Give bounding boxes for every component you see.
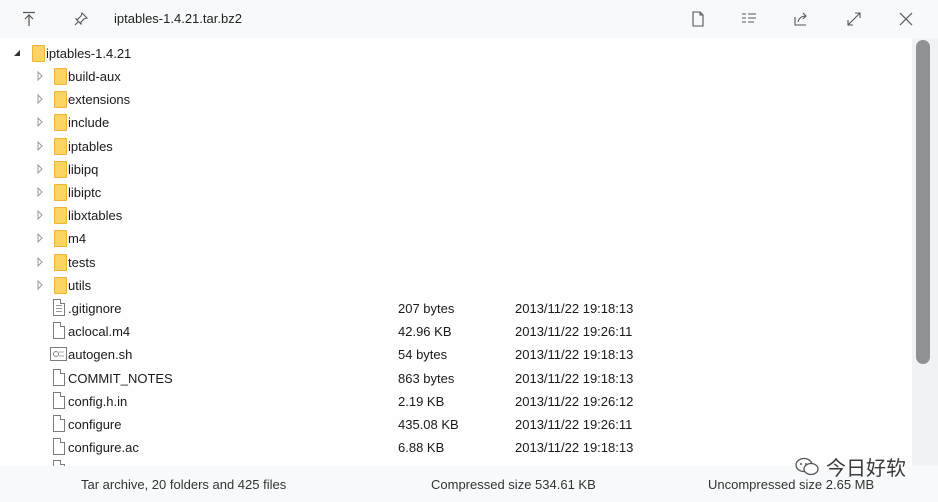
folder-icon [54, 207, 67, 225]
file-size: 42.96 KB [398, 324, 452, 340]
folder-name: iptables [68, 138, 113, 154]
expand-arrow-icon[interactable] [35, 279, 45, 290]
file-row[interactable]: COMMIT_NOTES 863 bytes 2013/11/22 19:18:13 [0, 367, 912, 390]
file-name: .gitignore [68, 301, 122, 316]
file-date: 2013/11/22 19:18:13 [515, 370, 634, 386]
collapse-icon[interactable] [12, 48, 22, 58]
folder-row-utils[interactable]: utils [0, 274, 912, 297]
folder-row-iptables[interactable]: iptables [0, 135, 912, 158]
file-size: 435.08 KB [398, 417, 459, 432]
watermark-text: 今日好软 [826, 456, 906, 480]
file-row[interactable]: .gitignore 207 bytes 2013/11/22 19:18:13 [0, 297, 912, 320]
folder-icon [54, 276, 67, 294]
file-row[interactable]: config.h.in 2.19 KB 2013/11/22 19:26:12 [0, 390, 912, 413]
file-icon [53, 368, 65, 386]
new-file-icon[interactable] [686, 7, 710, 31]
file-row[interactable]: aclocal.m4 42.96 KB 2013/11/22 19:26:11 [0, 320, 912, 343]
folder-icon [54, 253, 67, 271]
file-date: 2013/11/22 19:26:12 [515, 393, 634, 409]
folder-row-build-aux[interactable]: build-aux [0, 65, 912, 88]
expand-arrow-icon[interactable] [35, 117, 45, 128]
folder-row-tests[interactable]: tests [0, 251, 912, 274]
tree-row-partial [0, 458, 912, 466]
folder-icon [54, 230, 67, 248]
go-up-icon[interactable] [17, 7, 41, 31]
file-name: configure.ac [68, 440, 139, 456]
watermark: 今日好软 [794, 452, 906, 481]
list-view-icon[interactable] [737, 7, 761, 31]
chat-bubble-icon [795, 457, 819, 475]
folder-row-libipq[interactable]: libipq [0, 158, 912, 181]
tree-root-label: iptables-1.4.21 [46, 46, 132, 61]
file-icon [53, 322, 65, 340]
close-icon[interactable] [894, 7, 918, 31]
file-name: COMMIT_NOTES [68, 370, 173, 386]
expand-icon[interactable] [842, 7, 866, 31]
expand-arrow-icon[interactable] [35, 71, 45, 81]
file-tree: iptables-1.4.21 build-aux extensions inclu… [0, 38, 912, 466]
folder-icon [32, 45, 45, 62]
folder-name: build-aux [68, 69, 121, 84]
folder-icon [54, 114, 67, 132]
file-size: 6.88 KB [398, 440, 445, 456]
folder-row-extensions[interactable]: extensions [0, 88, 912, 111]
file-size: 863 bytes [398, 370, 455, 386]
title-bar: iptables-1.4.21.tar.bz2 [0, 0, 938, 38]
file-name: configure [68, 417, 122, 432]
expand-arrow-icon[interactable] [35, 210, 45, 221]
file-name: aclocal.m4 [68, 324, 131, 340]
file-date: 2013/11/22 19:18:13 [515, 301, 634, 316]
folder-row-libxtables[interactable]: libxtables [0, 204, 912, 227]
folder-icon [54, 184, 67, 201]
tree-root[interactable]: iptables-1.4.21 [0, 42, 912, 65]
file-icon [53, 415, 65, 432]
script-file-icon [50, 347, 67, 362]
file-date: 2013/11/22 19:18:13 [515, 440, 634, 456]
folder-icon [54, 68, 67, 85]
folder-row-libiptc[interactable]: libiptc [0, 181, 912, 204]
folder-name: extensions [68, 92, 131, 108]
file-name: autogen.sh [68, 347, 133, 363]
window-title: iptables-1.4.21.tar.bz2 [114, 11, 242, 26]
folder-row-m4[interactable]: m4 [0, 227, 912, 250]
expand-arrow-icon[interactable] [35, 187, 45, 197]
folder-name: libiptc [68, 185, 102, 200]
folder-name: libxtables [68, 208, 123, 224]
file-row[interactable]: autogen.sh 54 bytes 2013/11/22 19:18:13 [0, 343, 912, 366]
folder-name: m4 [68, 231, 87, 247]
scrollbar-thumb[interactable] [916, 40, 930, 364]
folder-name: include [68, 115, 110, 131]
folder-icon [54, 137, 67, 155]
status-summary: Tar archive, 20 folders and 425 files [81, 477, 287, 492]
file-row[interactable]: configure.ac 6.88 KB 2013/11/22 19:18:13 [0, 436, 912, 459]
file-name: config.h.in [68, 393, 128, 409]
expand-arrow-icon[interactable] [35, 94, 45, 105]
text-file-icon [53, 299, 65, 316]
pin-icon[interactable] [69, 7, 93, 31]
expand-arrow-icon[interactable] [35, 233, 45, 244]
file-date: 2013/11/22 19:26:11 [515, 324, 633, 340]
expand-arrow-icon[interactable] [35, 256, 45, 267]
file-size: 54 bytes [398, 347, 448, 363]
folder-icon [54, 160, 67, 178]
file-date: 2013/11/22 19:26:11 [515, 417, 633, 432]
file-date: 2013/11/22 19:18:13 [515, 347, 634, 363]
folder-row-include[interactable]: include [0, 111, 912, 134]
file-icon [53, 391, 65, 409]
folder-name: tests [68, 254, 96, 270]
folder-icon [54, 91, 67, 109]
expand-arrow-icon[interactable] [35, 163, 45, 174]
file-size: 207 bytes [398, 301, 455, 316]
file-size: 2.19 KB [398, 393, 445, 409]
status-compressed-size: Compressed size 534.61 KB [431, 477, 596, 492]
file-row[interactable]: configure 435.08 KB 2013/11/22 19:26:11 [0, 413, 912, 436]
file-icon [53, 438, 65, 456]
folder-name: utils [68, 277, 92, 293]
folder-name: libipq [68, 161, 99, 177]
share-icon[interactable] [789, 7, 813, 31]
expand-arrow-icon[interactable] [35, 140, 45, 151]
